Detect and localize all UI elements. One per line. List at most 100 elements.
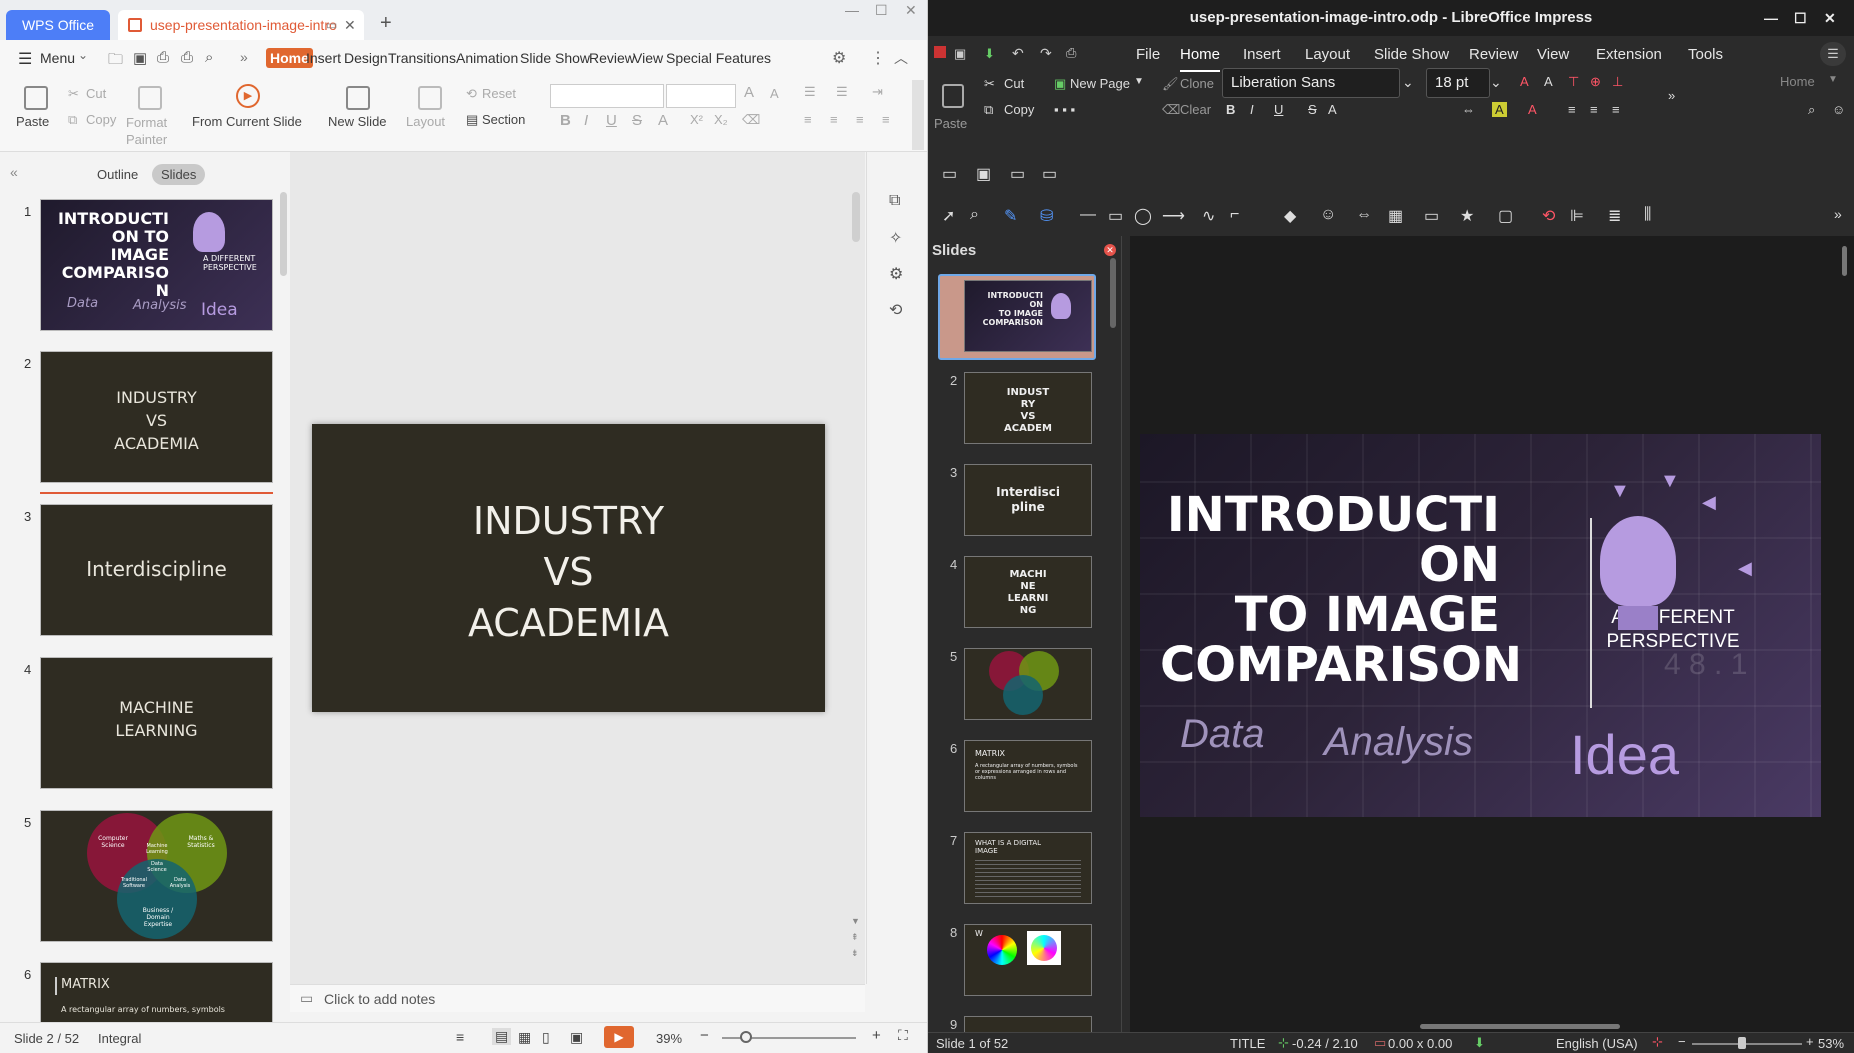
- maximize-icon[interactable]: ☐: [875, 2, 888, 19]
- zoom-slider-track[interactable]: [1692, 1043, 1802, 1045]
- collapse-ribbon-icon[interactable]: ︿: [894, 48, 908, 68]
- align-left-icon[interactable]: ≡: [804, 112, 812, 127]
- redo-icon[interactable]: ↷: [1040, 45, 1052, 62]
- notes-area[interactable]: ▭ Click to add notes: [290, 984, 865, 1012]
- export-pdf-icon[interactable]: ⎙: [157, 49, 169, 66]
- zoom-out-icon[interactable]: −: [1678, 1034, 1686, 1049]
- align-center-icon[interactable]: ≡: [830, 112, 838, 127]
- block-arrow-icon[interactable]: ⇔: [1356, 206, 1372, 224]
- chevron-down-icon[interactable]: ▼: [1828, 74, 1838, 85]
- app-menu-icon[interactable]: [934, 46, 946, 58]
- tab-view[interactable]: View: [633, 50, 663, 66]
- new-tab-button[interactable]: +: [380, 12, 392, 35]
- lo-slide-thumbnail-5[interactable]: [964, 648, 1092, 720]
- settings-icon[interactable]: ☺: [1832, 102, 1845, 117]
- hamburger-icon[interactable]: ☰: [18, 49, 32, 69]
- tab-animation[interactable]: Animation: [456, 50, 518, 66]
- font-size-box[interactable]: 18 pt: [1426, 68, 1490, 98]
- callout-icon[interactable]: ▭: [1424, 206, 1439, 226]
- subscript-icon[interactable]: X₂: [714, 112, 728, 127]
- maximize-icon[interactable]: ☐: [1794, 0, 1807, 36]
- menu-home[interactable]: Home: [1180, 46, 1221, 72]
- tab-slides[interactable]: Slides: [152, 164, 206, 185]
- presenter-view-icon[interactable]: ▣: [570, 1029, 583, 1046]
- outline-icon[interactable]: A: [1328, 102, 1337, 117]
- clone-button[interactable]: Clone: [1180, 76, 1214, 91]
- flowchart-icon[interactable]: ▦: [1388, 206, 1403, 226]
- theme-name[interactable]: Integral: [98, 1031, 141, 1046]
- main-slide[interactable]: INDUSTRY VS ACADEMIA: [312, 424, 825, 712]
- comments-icon[interactable]: ⧉: [889, 192, 900, 210]
- align-objects-icon[interactable]: ⊫: [1570, 206, 1584, 226]
- slide-thumbnail-5[interactable]: Computer Science Maths & Statistics Mach…: [40, 810, 273, 942]
- justify-icon[interactable]: ≡: [882, 112, 890, 127]
- clear-button[interactable]: Clear: [1180, 102, 1211, 117]
- lo-slide-thumbnail-8[interactable]: W: [964, 924, 1092, 996]
- save-icon[interactable]: ▣: [133, 49, 147, 67]
- align-bottom-icon[interactable]: ⊥: [1612, 74, 1623, 90]
- align-right-icon[interactable]: ≡: [1612, 102, 1620, 117]
- distribute-icon[interactable]: ⫼: [1644, 206, 1651, 224]
- previous-slide-icon[interactable]: ⇞: [851, 932, 859, 943]
- zoom-pan-icon[interactable]: ⌕: [970, 206, 979, 224]
- font-name-box[interactable]: Liberation Sans: [1222, 68, 1400, 98]
- cut-button[interactable]: Cut: [1004, 76, 1024, 91]
- normal-view-icon[interactable]: ▤: [492, 1028, 512, 1045]
- pane-splitter[interactable]: [1122, 236, 1130, 1032]
- bold-icon[interactable]: B: [560, 112, 571, 129]
- reading-view-icon[interactable]: ▯: [542, 1029, 550, 1046]
- lo-slide-thumbnail-6[interactable]: MATRIX A rectangular array of numbers, s…: [964, 740, 1092, 812]
- format-painter-button[interactable]: Format Painter: [126, 114, 170, 148]
- layout-button[interactable]: Layout: [406, 114, 445, 129]
- close-panel-icon[interactable]: ✕: [1104, 244, 1116, 256]
- shadow-icon[interactable]: ▣: [976, 164, 991, 184]
- menu-extension[interactable]: Extension: [1596, 46, 1662, 63]
- open-folder-icon[interactable]: 🗀: [108, 49, 123, 74]
- strikethrough-icon[interactable]: S: [632, 112, 642, 129]
- document-tab[interactable]: usep-presentation-image-intro ▭ ✕: [118, 10, 364, 40]
- lo-slide-thumbnail-7[interactable]: WHAT IS A DIGITAL IMAGE: [964, 832, 1092, 904]
- more-options-icon[interactable]: ⋮: [870, 48, 886, 68]
- cut-button[interactable]: Cut: [86, 86, 106, 101]
- star-icon[interactable]: ★: [1460, 206, 1474, 226]
- align-left-icon[interactable]: ≡: [1568, 102, 1576, 117]
- crop-icon[interactable]: ▭: [1010, 164, 1025, 184]
- menu-button[interactable]: Menu: [40, 50, 75, 66]
- strikethrough-icon[interactable]: S: [1308, 102, 1317, 117]
- lo-slide-thumbnail-4[interactable]: MACHI NE LEARNI NG: [964, 556, 1092, 628]
- wps-home-tab[interactable]: WPS Office: [6, 10, 110, 40]
- italic-icon[interactable]: I: [584, 112, 588, 129]
- tab-insert[interactable]: Insert: [306, 50, 341, 66]
- zoom-in-icon[interactable]: +: [1806, 1034, 1814, 1049]
- menu-tools[interactable]: Tools: [1688, 46, 1723, 63]
- ribbon-scrollbar[interactable]: [912, 80, 924, 150]
- superscript-icon[interactable]: X²: [690, 112, 703, 127]
- font-size-combo[interactable]: [666, 84, 736, 108]
- paste-button[interactable]: Paste: [16, 114, 49, 129]
- line-icon[interactable]: —: [1080, 206, 1096, 224]
- paste-button[interactable]: Paste: [934, 116, 967, 131]
- font-name-combo[interactable]: [550, 84, 664, 108]
- font-color-icon[interactable]: A: [658, 112, 668, 129]
- select-arrow-icon[interactable]: ➚: [942, 206, 955, 226]
- copy-button[interactable]: Copy: [86, 112, 116, 127]
- more-tools-icon[interactable]: »: [1668, 88, 1675, 103]
- home-dropdown[interactable]: Home: [1780, 74, 1815, 89]
- undo-icon[interactable]: ↶: [1012, 45, 1024, 62]
- align-center-icon[interactable]: ≡: [1590, 102, 1598, 117]
- numbering-icon[interactable]: ☰: [836, 84, 848, 100]
- highlight-icon[interactable]: A: [1492, 102, 1507, 117]
- notes-toggle-icon[interactable]: ≡: [456, 1029, 464, 1045]
- new-slide-button[interactable]: New Slide: [328, 114, 387, 129]
- fit-slide-icon[interactable]: ⊹: [1652, 1034, 1663, 1050]
- tab-outline[interactable]: Outline: [88, 164, 147, 185]
- properties-icon[interactable]: ⚙: [889, 264, 903, 284]
- zoom-in-icon[interactable]: +: [872, 1027, 881, 1044]
- font-size-dropdown-icon[interactable]: ⌄: [1490, 74, 1502, 91]
- align-middle-icon[interactable]: ⊕: [1590, 74, 1601, 90]
- rectangle-icon[interactable]: ▭: [942, 164, 957, 184]
- lo-slide-thumbnail-2[interactable]: INDUST RY VS ACADEM: [964, 372, 1092, 444]
- close-window-icon[interactable]: ✕: [905, 2, 917, 19]
- transform-icon[interactable]: ⟲: [1542, 206, 1555, 226]
- display-icon[interactable]: ▭: [1042, 164, 1057, 184]
